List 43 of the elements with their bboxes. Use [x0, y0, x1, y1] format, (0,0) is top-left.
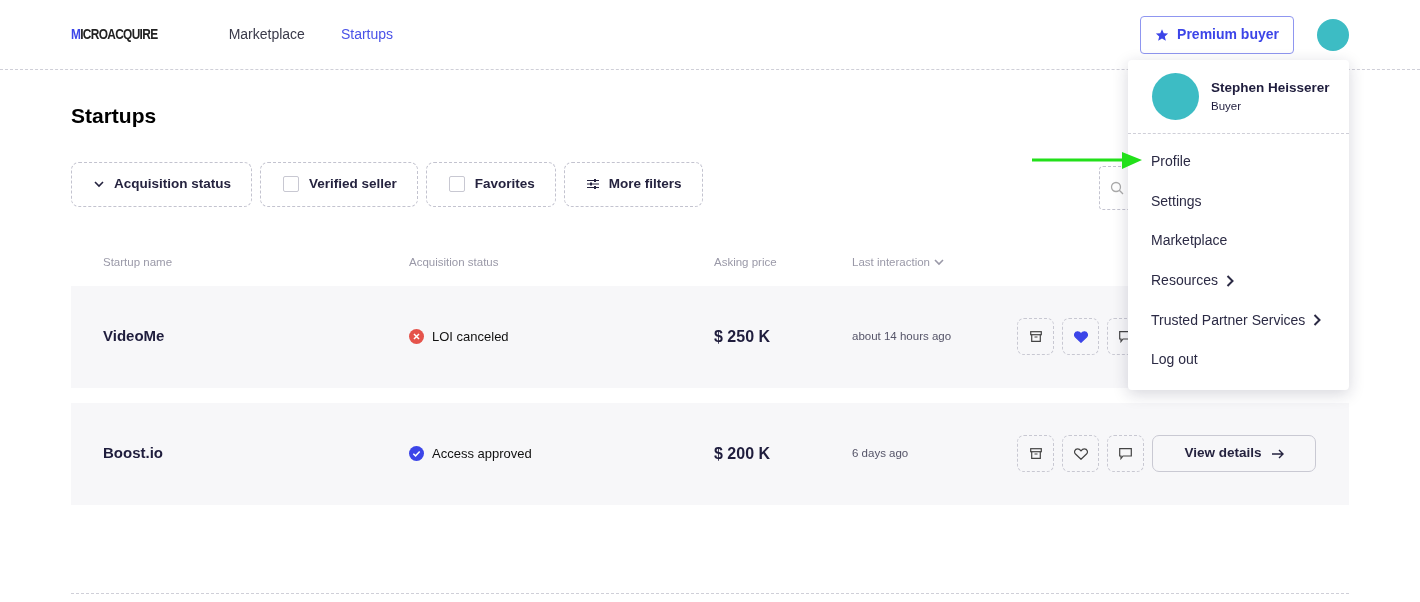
nav-link[interactable]: Startups: [340, 24, 394, 45]
avatar: [1152, 73, 1199, 120]
status-text: Access approved: [432, 444, 532, 463]
archive-icon: [1029, 448, 1042, 459]
sliders-icon: [586, 179, 599, 189]
menu-item[interactable]: Resources: [1151, 260, 1234, 301]
nav-link[interactable]: Marketplace: [228, 24, 305, 45]
star-icon: [1155, 27, 1170, 42]
user-name: Stephen Heisserer: [1211, 78, 1330, 97]
premium-buyer-button[interactable]: Premium buyer: [1140, 15, 1294, 54]
filter-button[interactable]: More filters: [563, 161, 703, 207]
archive-button[interactable]: [1017, 318, 1054, 355]
menu-item[interactable]: Profile: [1151, 142, 1191, 182]
column-header: Acquisition status: [409, 254, 500, 270]
chevron-down-icon: [94, 180, 104, 188]
user-role: Buyer: [1211, 99, 1243, 114]
asking-price: $ 250 K: [714, 326, 772, 347]
startup-name: Boost.io: [103, 443, 164, 464]
view-details-button[interactable]: View details: [1152, 435, 1316, 472]
menu-item[interactable]: Marketplace: [1151, 221, 1228, 261]
page-title: Startups: [71, 103, 157, 129]
startup-name: VideoMe: [103, 326, 166, 347]
last-interaction: about 14 hours ago: [852, 328, 953, 344]
menu-item[interactable]: Trusted Partner Services: [1151, 300, 1322, 340]
filter-checkbox[interactable]: Verified seller: [260, 161, 418, 207]
menu-item[interactable]: Log out: [1151, 339, 1198, 380]
favorite-button[interactable]: [1062, 435, 1099, 472]
arrow-right-icon: [1271, 448, 1284, 459]
search-icon: [1110, 181, 1124, 195]
filter-button[interactable]: Acquisition status: [71, 161, 252, 207]
filter-checkbox[interactable]: Favorites: [425, 161, 556, 207]
last-interaction: 6 days ago: [852, 445, 910, 461]
logo[interactable]: MICROACQUIRE: [71, 24, 158, 45]
column-header: Startup name: [103, 254, 174, 270]
column-header: Asking price: [714, 254, 778, 270]
archive-button[interactable]: [1017, 435, 1054, 472]
message-button[interactable]: [1107, 435, 1144, 472]
favorite-button[interactable]: [1062, 318, 1099, 355]
status-text: LOI canceled: [432, 327, 509, 346]
asking-price: $ 200 K: [714, 443, 772, 464]
menu-item[interactable]: Settings: [1151, 181, 1202, 222]
comment-icon: [1119, 447, 1132, 460]
archive-icon: [1029, 331, 1042, 342]
